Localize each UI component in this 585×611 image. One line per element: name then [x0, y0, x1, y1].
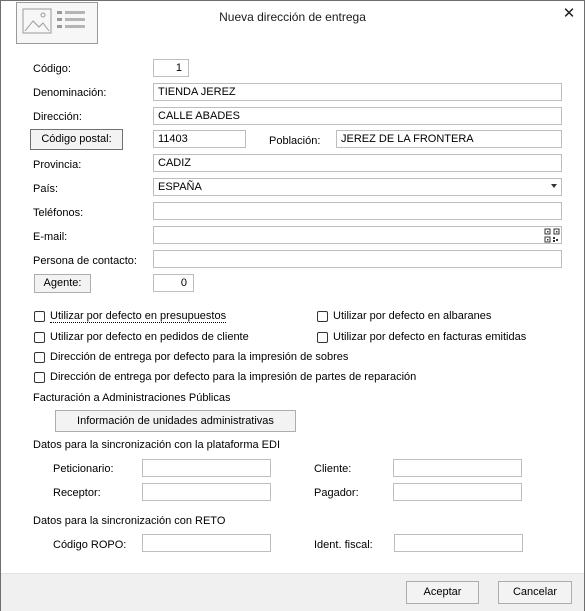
poblacion-label: Población: [269, 135, 321, 147]
checkbox-facturas[interactable]: Utilizar por defecto en facturas emitida… [317, 331, 526, 343]
pais-select[interactable]: ESPAÑA [153, 178, 562, 196]
dialog-title: Nueva dirección de entrega [219, 10, 366, 24]
poblacion-field[interactable]: JEREZ DE LA FRONTERA [336, 130, 562, 148]
checkbox-box[interactable] [317, 331, 328, 343]
checkbox-presupuestos[interactable]: Utilizar por defecto en presupuestos [34, 310, 227, 323]
direccion-label: Dirección: [33, 111, 82, 123]
checkbox-sobres-label: Dirección de entrega por defecto para la… [50, 351, 349, 363]
codigo-field[interactable]: 1 [153, 59, 189, 77]
checkbox-partes[interactable]: Dirección de entrega por defecto para la… [34, 371, 416, 383]
email-label: E-mail: [33, 231, 68, 243]
admin-section-title: Facturación a Administraciones Públicas [33, 392, 231, 404]
accept-button[interactable]: Aceptar [406, 581, 479, 604]
codigo-ropo-field[interactable] [142, 534, 271, 552]
direccion-field[interactable]: CALLE ABADES [153, 107, 562, 125]
agente-button[interactable]: Agente: [34, 274, 91, 293]
email-field[interactable] [153, 226, 562, 244]
persona-contacto-field[interactable] [153, 250, 562, 268]
checkbox-sobres[interactable]: Dirección de entrega por defecto para la… [34, 351, 348, 363]
unidades-administrativas-button[interactable]: Información de unidades administrativas [55, 410, 296, 432]
peticionario-label: Peticionario: [53, 463, 114, 475]
receptor-label: Receptor: [53, 487, 101, 499]
qr-code-icon[interactable] [544, 228, 560, 243]
receptor-field[interactable] [142, 483, 271, 501]
chevron-down-icon[interactable] [551, 184, 557, 188]
cliente-field[interactable] [393, 459, 522, 477]
denominacion-label: Denominación: [33, 87, 107, 99]
ident-fiscal-field[interactable] [394, 534, 523, 552]
edi-section-title: Datos para la sincronización con la plat… [33, 439, 281, 451]
close-icon[interactable]: ✕ [557, 4, 581, 24]
cancel-button[interactable]: Cancelar [498, 581, 572, 604]
pais-label: País: [33, 183, 59, 195]
checkbox-box[interactable] [34, 351, 45, 363]
checkbox-pedidos-label: Utilizar por defecto en pedidos de clien… [50, 331, 249, 343]
pagador-field[interactable] [393, 483, 522, 501]
checkbox-box[interactable] [34, 331, 45, 343]
codigo-postal-button[interactable]: Código postal: [30, 129, 123, 150]
codigo-label: Código: [33, 63, 71, 75]
peticionario-field[interactable] [142, 459, 271, 477]
reto-section-title: Datos para la sincronización con RETO [33, 515, 226, 527]
cliente-label: Cliente: [314, 463, 352, 475]
pagador-label: Pagador: [314, 487, 359, 499]
dialog-window: Nueva dirección de entrega ✕ Código: 1 D… [0, 0, 585, 611]
telefonos-field[interactable] [153, 202, 562, 220]
checkbox-facturas-label: Utilizar por defecto en facturas emitida… [333, 331, 527, 343]
provincia-field[interactable]: CADIZ [153, 154, 562, 172]
provincia-label: Provincia: [33, 159, 82, 171]
ident-fiscal-label: Ident. fiscal: [314, 539, 373, 551]
dialog-footer [1, 573, 584, 611]
pais-value: ESPAÑA [158, 181, 202, 193]
checkbox-partes-label: Dirección de entrega por defecto para la… [50, 371, 417, 383]
checkbox-box[interactable] [34, 311, 45, 322]
checkbox-presupuestos-label: Utilizar por defecto en presupuestos [50, 310, 227, 323]
checkbox-pedidos[interactable]: Utilizar por defecto en pedidos de clien… [34, 331, 249, 343]
codigo-ropo-label: Código ROPO: [53, 539, 127, 551]
checkbox-albaranes[interactable]: Utilizar por defecto en albaranes [317, 310, 491, 322]
agente-field[interactable]: 0 [153, 274, 194, 292]
telefonos-label: Teléfonos: [33, 207, 84, 219]
persona-contacto-label: Persona de contacto: [33, 255, 137, 267]
checkbox-albaranes-label: Utilizar por defecto en albaranes [333, 310, 492, 322]
checkbox-box[interactable] [317, 310, 328, 322]
denominacion-field[interactable]: TIENDA JEREZ [153, 83, 562, 101]
codigo-postal-field[interactable]: 11403 [153, 130, 246, 148]
checkbox-box[interactable] [34, 371, 45, 383]
